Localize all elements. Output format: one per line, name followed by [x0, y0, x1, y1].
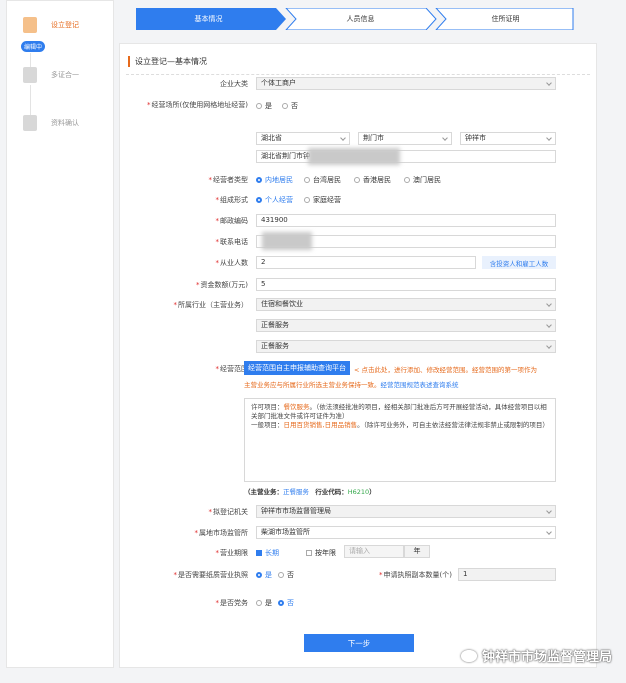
operator-type-hongkong[interactable]: 香港居民 — [354, 175, 391, 185]
sidebar-step-confirm[interactable]: 资料确认 — [23, 115, 79, 131]
province-select[interactable]: 湖北省 — [256, 132, 350, 145]
zip-input[interactable]: 431900 — [256, 214, 556, 227]
status-badge: 编辑中 — [21, 41, 46, 52]
redaction-blur — [308, 148, 400, 165]
radio-icon — [256, 103, 262, 109]
section-divider — [126, 74, 590, 75]
scope-textarea[interactable]: 许可项目：餐饮服务。（依法须经批准的项目，经相关部门批准后方可开展经营活动，具体… — [244, 398, 556, 482]
checkbox-icon — [306, 550, 312, 556]
left-arrow-icon: < — [354, 366, 360, 374]
supervision-label: *属地市场监管所 — [194, 529, 249, 537]
tab-residence-proof[interactable]: 住所证明 — [438, 8, 573, 30]
address-mode-no[interactable]: 否 — [282, 101, 298, 111]
paper-license-no[interactable]: 否 — [278, 570, 294, 580]
copy-count-input[interactable]: 1 — [458, 568, 556, 581]
sidebar-step-multi[interactable]: 多证合一 — [23, 67, 79, 83]
watermark-text: 钟祥市市场监督管理局 — [481, 650, 612, 665]
radio-icon — [304, 197, 310, 203]
party-no[interactable]: 否 — [278, 598, 294, 608]
phone-label: *联系电话 — [215, 238, 249, 246]
radio-icon — [404, 177, 410, 183]
term-label: *营业期限 — [215, 549, 249, 557]
district-select[interactable]: 钟祥市 — [460, 132, 556, 145]
capital-input[interactable]: 5 — [256, 278, 556, 291]
term-years-input[interactable]: 请输入 — [344, 545, 404, 558]
party-label: *是否党务 — [215, 599, 249, 607]
address-mode-label: *经营场所(仅使用网格地址经营) — [147, 101, 248, 109]
copy-count-label: *申请执照副本数量(个) — [379, 571, 452, 579]
capital-label: *资金数额(万元) — [196, 281, 248, 289]
reg-authority-select[interactable]: 钟祥市市场监督管理局 — [256, 505, 556, 518]
address-mode-yes[interactable]: 是 — [256, 101, 272, 111]
term-long-checkbox[interactable]: 长期 — [256, 548, 279, 558]
sidebar-step-label: 设立登记 — [51, 21, 79, 29]
industry-label: *所属行业（主营业务） — [173, 301, 249, 309]
next-button[interactable]: 下一步 — [304, 634, 414, 652]
checkbox-checked-icon — [256, 550, 262, 556]
operator-type-macau[interactable]: 澳门居民 — [404, 175, 441, 185]
form-panel: 设立登记—基本情况 企业大类 个体工商户 *经营场所(仅使用网格地址经营) 是 … — [119, 43, 597, 668]
wechat-icon — [460, 649, 477, 662]
address-detail-input[interactable]: 湖北省荆门市钟 — [256, 150, 556, 163]
scope-tip-2: 主营业务应与所属行业所选主营业务保持一致。经营范围规范表述查询系统 — [244, 381, 459, 389]
staff-input[interactable]: 2 — [256, 256, 476, 269]
scope-standard-link[interactable]: 经营范围规范表述查询系统 — [381, 381, 459, 389]
staff-label: *从业人数 — [215, 259, 249, 267]
sidebar-step-label: 多证合一 — [51, 71, 79, 79]
radio-checked-icon — [256, 177, 262, 183]
edit-icon — [23, 17, 37, 33]
paper-license-yes[interactable]: 是 — [256, 570, 272, 580]
step-progress-bar: 基本情况 人员信息 住所证明 — [136, 8, 576, 30]
radio-icon — [354, 177, 360, 183]
radio-icon — [304, 177, 310, 183]
company-type-select[interactable]: 个体工商户 — [256, 77, 556, 90]
industry-select-2[interactable]: 正餐服务 — [256, 319, 556, 332]
file-icon — [23, 115, 37, 131]
redaction-blur — [262, 232, 312, 250]
party-yes[interactable]: 是 — [256, 598, 272, 608]
watermark: 钟祥市市场监督管理局 — [460, 646, 612, 665]
supervision-select[interactable]: 柴湖市场监管所 — [256, 526, 556, 539]
city-select[interactable]: 荆门市 — [358, 132, 452, 145]
form-type-label: *组成形式 — [215, 196, 249, 204]
form-type-family[interactable]: 家庭经营 — [304, 195, 341, 205]
industry-select-3[interactable]: 正餐服务 — [256, 340, 556, 353]
main-business-line: （主营业务：正餐服务 行业代码：H6210） — [244, 488, 376, 496]
radio-icon — [256, 600, 262, 606]
radio-checked-icon — [256, 572, 262, 578]
industry-select-1[interactable]: 住宿和餐饮业 — [256, 298, 556, 311]
operator-type-mainland[interactable]: 内地居民 — [256, 175, 293, 185]
paper-license-label: *是否需要纸质营业执照 — [173, 571, 249, 579]
tab-basic-info[interactable]: 基本情况 — [136, 8, 281, 30]
radio-checked-icon — [278, 600, 284, 606]
radio-icon — [278, 572, 284, 578]
company-type-label: 企业大类 — [220, 80, 248, 88]
radio-icon — [282, 103, 288, 109]
radio-checked-icon — [256, 197, 262, 203]
scope-query-button[interactable]: 经营范围自主申报辅助查询平台 — [244, 361, 350, 375]
term-years-checkbox[interactable]: 按年限 — [306, 548, 336, 558]
reg-authority-label: *拟登记机关 — [208, 508, 249, 516]
operator-type-label: *经营者类型 — [208, 176, 249, 184]
section-title: 设立登记—基本情况 — [128, 56, 207, 67]
staff-hint-button[interactable]: 含投资人和雇工人数 — [482, 256, 556, 269]
left-sidebar: 设立登记 编辑中 多证合一 资料确认 — [6, 0, 114, 668]
sidebar-step-label: 资料确认 — [51, 119, 79, 127]
form-type-individual[interactable]: 个人经营 — [256, 195, 293, 205]
scope-tip-1: < 点击此处，进行添加、修改经营范围。经营范围的第一项作为 — [354, 366, 538, 374]
doc-icon — [23, 67, 37, 83]
tab-personnel[interactable]: 人员信息 — [288, 8, 433, 30]
term-unit: 年 — [404, 545, 430, 558]
zip-label: *邮政编码 — [215, 217, 249, 225]
sidebar-step-setup[interactable]: 设立登记 — [23, 17, 79, 33]
operator-type-taiwan[interactable]: 台湾居民 — [304, 175, 341, 185]
